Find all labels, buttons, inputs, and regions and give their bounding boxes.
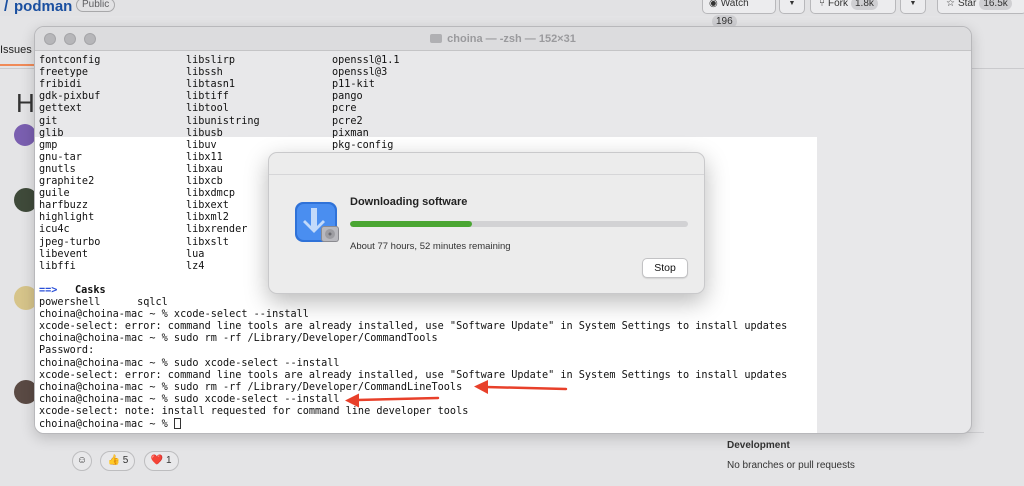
annotation-arrow-1 [474,380,568,394]
annotation-layer [345,380,568,408]
annotation-arrow-2 [345,393,440,408]
